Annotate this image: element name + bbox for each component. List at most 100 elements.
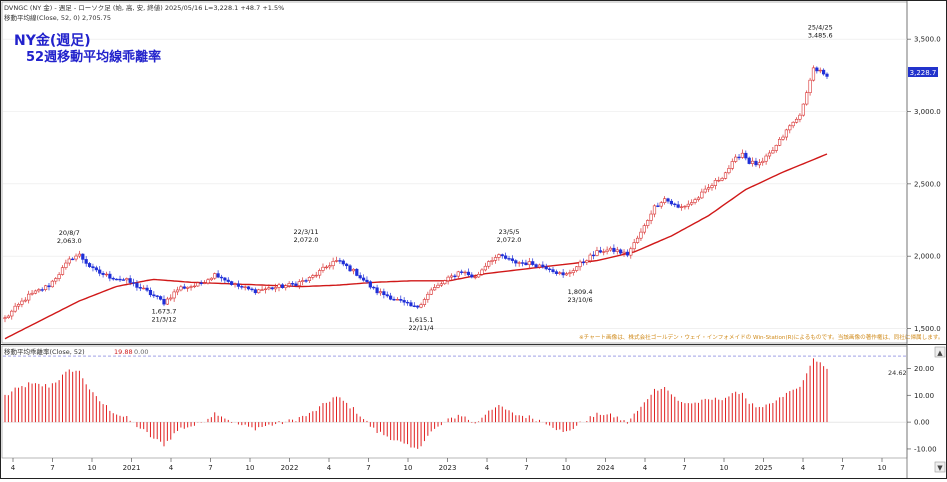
candle-body — [419, 304, 423, 308]
candle-body — [622, 251, 626, 254]
trough-annotation-date: 21/3/12 — [151, 315, 176, 323]
candle-body — [514, 260, 518, 264]
candle-body — [321, 266, 325, 271]
candle-body — [81, 253, 85, 260]
candle-body — [10, 310, 14, 317]
candle-body — [737, 156, 741, 159]
x-tick-label: 10 — [878, 464, 887, 472]
candle-body — [500, 254, 504, 257]
candle-body — [456, 271, 460, 277]
candle-body — [598, 250, 602, 253]
candle-body — [378, 291, 383, 294]
trough-annotation-date: 22/11/4 — [409, 324, 434, 332]
candle-body — [480, 269, 484, 275]
candle-body — [358, 275, 362, 279]
candle-body — [422, 299, 427, 305]
candle-body — [331, 261, 335, 267]
trough-annotation-value: 1,673.7 — [152, 307, 177, 315]
candle-body — [730, 161, 734, 169]
candle-body — [253, 289, 257, 294]
candle-body — [446, 276, 450, 281]
candle-body — [162, 299, 166, 305]
candle-body — [334, 260, 339, 262]
candle-body — [263, 288, 268, 291]
candle-body — [693, 199, 697, 203]
candle-body — [230, 281, 234, 285]
peak-annotation-date: 23/5/5 — [499, 228, 520, 236]
candle-body — [537, 264, 542, 268]
candle-body — [128, 278, 132, 283]
x-tick-label: 10 — [404, 464, 413, 472]
candle-body — [250, 288, 254, 291]
candle-body — [761, 160, 765, 163]
candle-body — [121, 279, 125, 281]
candle-body — [679, 206, 684, 208]
candle-body — [284, 285, 288, 289]
price-tick-label: 2,500.0 — [914, 180, 941, 188]
copyright-note: ※チャート画像は、株式会社ゴールデン・ウェイ・インフォメイドの Win-Stat… — [579, 333, 943, 341]
candle-body — [219, 276, 224, 279]
candle-body — [429, 289, 433, 295]
x-tick-label: 4 — [643, 464, 648, 472]
symbol-header: DVNGC (NY 金) - 週足 - ローソク足 (始, 高, 安, 終値) … — [4, 3, 284, 12]
candle-body — [754, 160, 758, 166]
candle-body — [581, 261, 586, 264]
candle-body — [236, 283, 241, 287]
candle-body — [734, 156, 738, 162]
candle-body — [361, 277, 366, 281]
candle-body — [60, 267, 65, 275]
candle-body — [534, 264, 538, 268]
candle-body — [548, 268, 552, 271]
candle-body — [372, 286, 376, 289]
candle-body — [223, 277, 227, 281]
price-chart-svg: 20/8/72,063.01,673.721/3/1222/3/112,072.… — [1, 1, 946, 478]
candle-body — [771, 150, 775, 154]
candle-body — [399, 299, 403, 301]
candle-body — [152, 294, 156, 297]
candle-body — [470, 274, 474, 278]
candle-body — [453, 275, 457, 278]
candle-body — [50, 280, 54, 288]
candle-body — [784, 129, 789, 138]
candle-body — [287, 283, 291, 287]
candle-body — [595, 250, 599, 256]
candle-body — [375, 287, 379, 294]
x-tick-label: 7 — [208, 464, 212, 472]
peak-annotation-date: 25/4/25 — [808, 23, 833, 31]
x-tick-label: 2025 — [755, 464, 773, 472]
candle-body — [517, 262, 521, 264]
candle-body — [131, 282, 136, 284]
candle-body — [382, 291, 386, 295]
candle-body — [186, 286, 190, 289]
candle-body — [345, 263, 349, 267]
candle-body — [801, 103, 805, 116]
candle-body — [290, 283, 295, 285]
candle-body — [416, 305, 420, 308]
candle-body — [615, 249, 619, 252]
candle-body — [483, 265, 487, 271]
candle-body — [554, 271, 558, 274]
candle-body — [575, 266, 579, 271]
candle-body — [385, 294, 389, 297]
candle-body — [196, 282, 200, 287]
candle-body — [720, 178, 724, 181]
candle-body — [142, 287, 146, 290]
candle-body — [571, 270, 575, 273]
candle-body — [808, 79, 812, 93]
candle-body — [33, 290, 38, 294]
deviation-tick-label: -10.00 — [914, 445, 937, 453]
candle-body — [368, 281, 372, 288]
candle-body — [6, 315, 10, 318]
candle-body — [822, 69, 826, 75]
candle-body — [527, 261, 531, 266]
candle-body — [233, 283, 237, 285]
candle-body — [798, 114, 802, 120]
candle-body — [578, 261, 582, 268]
candle-body — [351, 268, 356, 272]
peak-annotation-value: 2,072.0 — [294, 236, 319, 244]
candle-body — [778, 138, 782, 146]
candle-body — [392, 298, 396, 301]
candle-body — [524, 262, 528, 266]
candle-body — [717, 179, 721, 182]
x-tick-label: 7 — [682, 464, 686, 472]
